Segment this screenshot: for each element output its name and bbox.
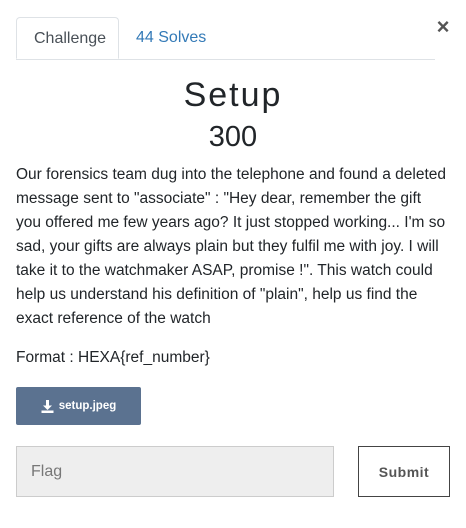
- tab-bar: Challenge 44 Solves: [16, 17, 435, 60]
- challenge-value: 300: [208, 121, 258, 153]
- download-file-button[interactable]: setup.jpeg: [16, 387, 141, 425]
- tab-solves[interactable]: 44 Solves: [119, 17, 223, 58]
- submit-button[interactable]: Submit: [358, 446, 450, 497]
- challenge-title: Setup: [183, 76, 283, 114]
- flag-input[interactable]: [16, 446, 334, 497]
- file-name: setup.jpeg: [58, 400, 117, 412]
- challenge-description: Our forensics team dug into the telephon…: [16, 166, 446, 327]
- tab-challenge[interactable]: Challenge: [16, 17, 119, 59]
- flag-format: Format : HEXA{ref_number}: [16, 349, 210, 366]
- close-icon[interactable]: ×: [434, 16, 452, 38]
- download-icon: [41, 399, 54, 413]
